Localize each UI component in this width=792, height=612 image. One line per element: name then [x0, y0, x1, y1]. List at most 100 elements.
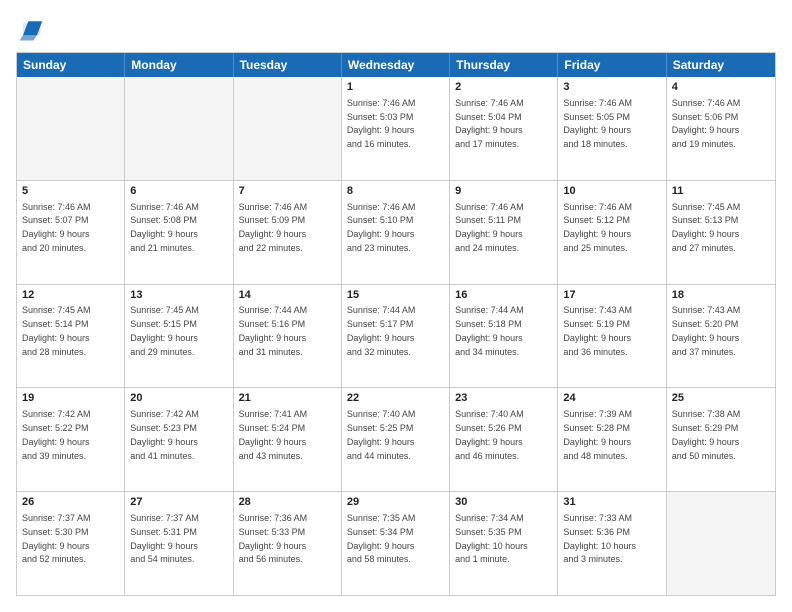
day-number: 30: [455, 495, 552, 510]
calendar: SundayMondayTuesdayWednesdayThursdayFrid…: [16, 52, 776, 596]
day-info: Sunrise: 7:35 AM Sunset: 5:34 PM Dayligh…: [347, 513, 416, 564]
day-info: Sunrise: 7:46 AM Sunset: 5:08 PM Dayligh…: [130, 202, 199, 253]
day-info: Sunrise: 7:46 AM Sunset: 5:07 PM Dayligh…: [22, 202, 91, 253]
day-number: 27: [130, 495, 227, 510]
day-number: 24: [563, 391, 660, 406]
calendar-row-1: 5 Sunrise: 7:46 AM Sunset: 5:07 PM Daylig…: [17, 180, 775, 284]
day-info: Sunrise: 7:37 AM Sunset: 5:30 PM Dayligh…: [22, 513, 91, 564]
logo: [16, 16, 48, 44]
day-info: Sunrise: 7:42 AM Sunset: 5:22 PM Dayligh…: [22, 409, 91, 460]
day-info: Sunrise: 7:43 AM Sunset: 5:20 PM Dayligh…: [672, 305, 741, 356]
calendar-cell: 28 Sunrise: 7:36 AM Sunset: 5:33 PM Dayli…: [234, 492, 342, 595]
header-day-thursday: Thursday: [450, 53, 558, 77]
calendar-cell: 18Sunrise: 7:43 AM Sunset: 5:20 PM Dayli…: [667, 285, 775, 388]
day-info: Sunrise: 7:45 AM Sunset: 5:14 PM Dayligh…: [22, 305, 91, 356]
calendar-cell: 22Sunrise: 7:40 AM Sunset: 5:25 PM Dayli…: [342, 388, 450, 491]
day-number: 31: [563, 495, 660, 510]
calendar-cell: [125, 77, 233, 180]
day-number: 11: [672, 184, 770, 199]
calendar-cell: 11 Sunrise: 7:45 AM Sunset: 5:13 PM Dayli…: [667, 181, 775, 284]
day-info: Sunrise: 7:46 AM Sunset: 5:03 PM Dayligh…: [347, 98, 416, 149]
calendar-cell: 5 Sunrise: 7:46 AM Sunset: 5:07 PM Daylig…: [17, 181, 125, 284]
day-number: 25: [672, 391, 770, 406]
calendar-row-3: 19 Sunrise: 7:42 AM Sunset: 5:22 PM Dayli…: [17, 387, 775, 491]
calendar-cell: 9 Sunrise: 7:46 AM Sunset: 5:11 PM Daylig…: [450, 181, 558, 284]
day-number: 16: [455, 288, 552, 303]
calendar-cell: 23 Sunrise: 7:40 AM Sunset: 5:26 PM Dayli…: [450, 388, 558, 491]
day-info: Sunrise: 7:44 AM Sunset: 5:16 PM Dayligh…: [239, 305, 308, 356]
day-info: Sunrise: 7:46 AM Sunset: 5:06 PM Dayligh…: [672, 98, 741, 149]
day-number: 13: [130, 288, 227, 303]
day-number: 8: [347, 184, 444, 199]
day-number: 20: [130, 391, 227, 406]
calendar-cell: 19 Sunrise: 7:42 AM Sunset: 5:22 PM Dayli…: [17, 388, 125, 491]
header-day-friday: Friday: [558, 53, 666, 77]
calendar-cell: 6 Sunrise: 7:46 AM Sunset: 5:08 PM Daylig…: [125, 181, 233, 284]
day-info: Sunrise: 7:42 AM Sunset: 5:23 PM Dayligh…: [130, 409, 199, 460]
calendar-cell: 27 Sunrise: 7:37 AM Sunset: 5:31 PM Dayli…: [125, 492, 233, 595]
day-number: 4: [672, 80, 770, 95]
calendar-row-0: 1 Sunrise: 7:46 AM Sunset: 5:03 PM Daylig…: [17, 77, 775, 180]
day-number: 23: [455, 391, 552, 406]
calendar-cell: 4 Sunrise: 7:46 AM Sunset: 5:06 PM Daylig…: [667, 77, 775, 180]
calendar-cell: 14 Sunrise: 7:44 AM Sunset: 5:16 PM Dayli…: [234, 285, 342, 388]
day-info: Sunrise: 7:41 AM Sunset: 5:24 PM Dayligh…: [239, 409, 308, 460]
calendar-cell: 24 Sunrise: 7:39 AM Sunset: 5:28 PM Dayli…: [558, 388, 666, 491]
day-number: 14: [239, 288, 336, 303]
day-number: 28: [239, 495, 336, 510]
calendar-cell: [234, 77, 342, 180]
day-number: 3: [563, 80, 660, 95]
day-info: Sunrise: 7:36 AM Sunset: 5:33 PM Dayligh…: [239, 513, 308, 564]
day-number: 7: [239, 184, 336, 199]
day-number: 22: [347, 391, 444, 406]
day-info: Sunrise: 7:46 AM Sunset: 5:11 PM Dayligh…: [455, 202, 524, 253]
day-info: Sunrise: 7:39 AM Sunset: 5:28 PM Dayligh…: [563, 409, 632, 460]
day-info: Sunrise: 7:37 AM Sunset: 5:31 PM Dayligh…: [130, 513, 199, 564]
day-info: Sunrise: 7:33 AM Sunset: 5:36 PM Dayligh…: [563, 513, 636, 564]
calendar-cell: 7Sunrise: 7:46 AM Sunset: 5:09 PM Daylig…: [234, 181, 342, 284]
day-info: Sunrise: 7:43 AM Sunset: 5:19 PM Dayligh…: [563, 305, 632, 356]
calendar-cell: 8 Sunrise: 7:46 AM Sunset: 5:10 PM Daylig…: [342, 181, 450, 284]
day-number: 9: [455, 184, 552, 199]
calendar-cell: 16 Sunrise: 7:44 AM Sunset: 5:18 PM Dayli…: [450, 285, 558, 388]
calendar-cell: 26 Sunrise: 7:37 AM Sunset: 5:30 PM Dayli…: [17, 492, 125, 595]
calendar-cell: 31 Sunrise: 7:33 AM Sunset: 5:36 PM Dayli…: [558, 492, 666, 595]
calendar-cell: 29 Sunrise: 7:35 AM Sunset: 5:34 PM Dayli…: [342, 492, 450, 595]
day-number: 10: [563, 184, 660, 199]
day-number: 19: [22, 391, 119, 406]
calendar-row-4: 26 Sunrise: 7:37 AM Sunset: 5:30 PM Dayli…: [17, 491, 775, 595]
day-number: 6: [130, 184, 227, 199]
calendar-cell: 25Sunrise: 7:38 AM Sunset: 5:29 PM Dayli…: [667, 388, 775, 491]
calendar-cell: 13 Sunrise: 7:45 AM Sunset: 5:15 PM Dayli…: [125, 285, 233, 388]
day-number: 26: [22, 495, 119, 510]
day-info: Sunrise: 7:34 AM Sunset: 5:35 PM Dayligh…: [455, 513, 528, 564]
day-info: Sunrise: 7:44 AM Sunset: 5:18 PM Dayligh…: [455, 305, 524, 356]
calendar-cell: 2 Sunrise: 7:46 AM Sunset: 5:04 PM Daylig…: [450, 77, 558, 180]
day-number: 1: [347, 80, 444, 95]
calendar-cell: 17 Sunrise: 7:43 AM Sunset: 5:19 PM Dayli…: [558, 285, 666, 388]
logo-icon: [16, 16, 44, 44]
calendar-cell: 3Sunrise: 7:46 AM Sunset: 5:05 PM Daylig…: [558, 77, 666, 180]
header-day-monday: Monday: [125, 53, 233, 77]
day-info: Sunrise: 7:40 AM Sunset: 5:26 PM Dayligh…: [455, 409, 524, 460]
calendar-cell: 30 Sunrise: 7:34 AM Sunset: 5:35 PM Dayli…: [450, 492, 558, 595]
header-day-sunday: Sunday: [17, 53, 125, 77]
calendar-cell: 12 Sunrise: 7:45 AM Sunset: 5:14 PM Dayli…: [17, 285, 125, 388]
header-day-saturday: Saturday: [667, 53, 775, 77]
day-number: 5: [22, 184, 119, 199]
day-number: 12: [22, 288, 119, 303]
header-day-wednesday: Wednesday: [342, 53, 450, 77]
calendar-cell: [667, 492, 775, 595]
day-info: Sunrise: 7:46 AM Sunset: 5:04 PM Dayligh…: [455, 98, 524, 149]
day-info: Sunrise: 7:46 AM Sunset: 5:12 PM Dayligh…: [563, 202, 632, 253]
calendar-cell: 1 Sunrise: 7:46 AM Sunset: 5:03 PM Daylig…: [342, 77, 450, 180]
calendar-body: 1 Sunrise: 7:46 AM Sunset: 5:03 PM Daylig…: [17, 77, 775, 595]
day-info: Sunrise: 7:45 AM Sunset: 5:13 PM Dayligh…: [672, 202, 741, 253]
day-info: Sunrise: 7:46 AM Sunset: 5:10 PM Dayligh…: [347, 202, 416, 253]
day-number: 2: [455, 80, 552, 95]
calendar-header: SundayMondayTuesdayWednesdayThursdayFrid…: [17, 53, 775, 77]
calendar-cell: [17, 77, 125, 180]
day-number: 29: [347, 495, 444, 510]
day-info: Sunrise: 7:45 AM Sunset: 5:15 PM Dayligh…: [130, 305, 199, 356]
day-number: 17: [563, 288, 660, 303]
